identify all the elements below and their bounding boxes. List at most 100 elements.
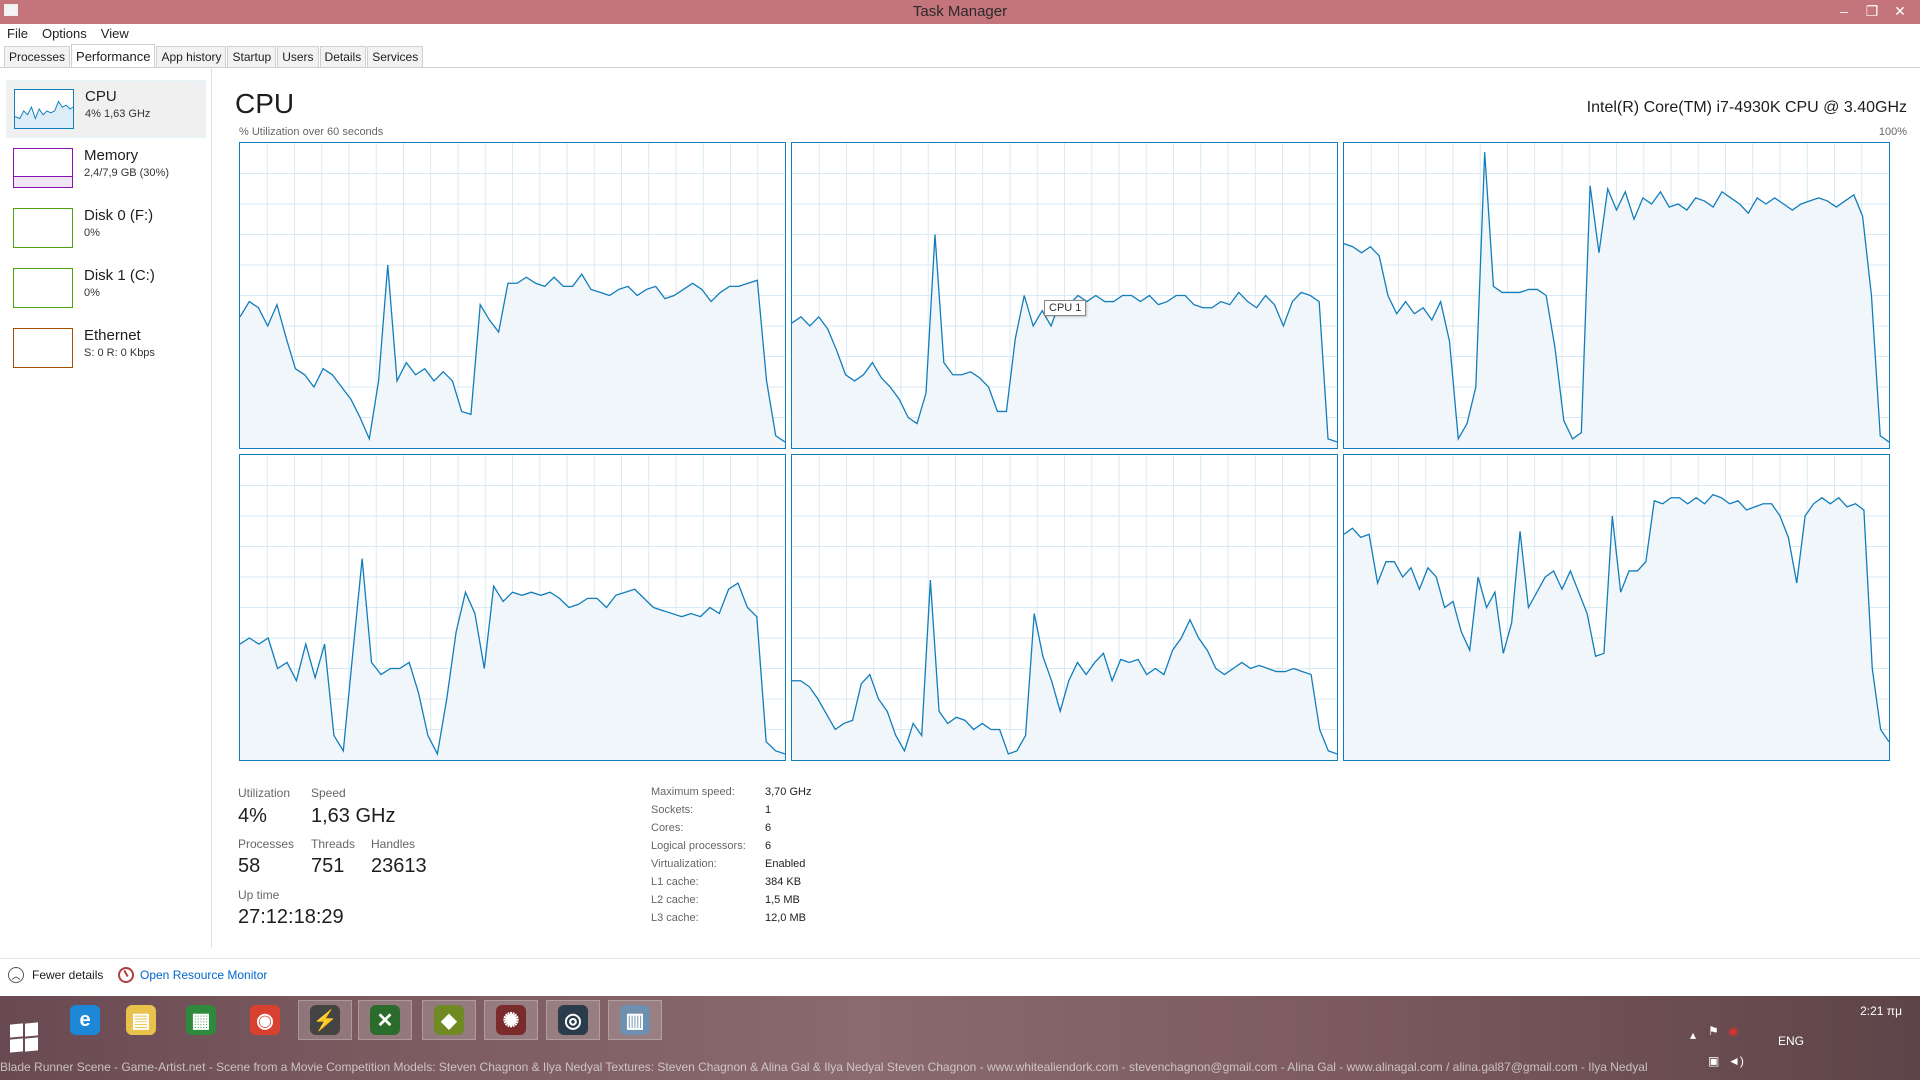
utilization-axis-label: % Utilization over 60 seconds: [239, 126, 384, 138]
system-tray: ▴ ⚑ ◉ ▣ ◄) ENG 2:21 πμ: [1682, 1004, 1902, 1074]
cpu-graph-0[interactable]: [239, 142, 786, 449]
file-explorer-icon-glyph: ▤: [126, 1005, 156, 1035]
sidebar-item-cpu[interactable]: CPU 4% 1,63 GHz: [6, 80, 206, 138]
fewer-details-button[interactable]: ︿ Fewer details: [8, 967, 103, 983]
cpu-graph-1[interactable]: [791, 142, 1338, 449]
cpu-graph-2[interactable]: [1343, 142, 1890, 449]
performance-sidebar: CPU 4% 1,63 GHz Memory 2,4/7,9 GB (30%) …: [0, 68, 212, 948]
app-x-icon[interactable]: ✕: [358, 1000, 412, 1040]
handles-label: Handles: [371, 837, 416, 851]
app-lightning-icon-glyph: ⚡: [310, 1005, 340, 1035]
start-button[interactable]: [10, 1022, 40, 1054]
tab-processes[interactable]: Processes: [4, 46, 71, 67]
input-language[interactable]: ENG: [1778, 1034, 1804, 1048]
sidebar-item-value: S: 0 R: 0 Kbps: [84, 347, 155, 359]
sidebar-item-label: Memory: [84, 147, 139, 164]
network-icon[interactable]: ▣: [1708, 1054, 1719, 1068]
menu-view[interactable]: View: [94, 24, 136, 44]
tab-users[interactable]: Users: [277, 46, 319, 67]
taskbar: e ▤ ▦ ◉ ⚡ ✕ ◆ ✺ ◎ ▥ Blade Runner Scene - Game-Art…: [0, 996, 1920, 1080]
window-title: Task Manager: [912, 3, 1008, 20]
spec-key: Sockets:: [651, 804, 694, 816]
cpu-graph-4[interactable]: [791, 454, 1338, 761]
max-percent-label: 100%: [1878, 126, 1907, 138]
menu-options[interactable]: Options: [35, 24, 94, 44]
tab-services[interactable]: Services: [367, 46, 424, 67]
spec-key: L2 cache:: [651, 894, 699, 906]
disk-0-thumbnail-graph: [13, 208, 73, 248]
sidebar-item-label: Disk 0 (F:): [84, 207, 154, 224]
threads-label: Threads: [311, 837, 356, 851]
cpu-graph-3[interactable]: [239, 454, 786, 761]
spec-key: Cores:: [651, 822, 684, 834]
spec-value: 6: [765, 840, 772, 852]
handles-value: 23613: [371, 855, 427, 877]
restore-icon[interactable]: ❐: [1858, 0, 1886, 22]
wallpaper-caption: Blade Runner Scene - Game-Artist.net - S…: [0, 1060, 1648, 1074]
sidebar-item-disk-0[interactable]: Disk 0 (F:) 0%: [6, 200, 206, 258]
tab-performance[interactable]: Performance: [71, 44, 156, 67]
volume-icon[interactable]: ◄): [1728, 1054, 1744, 1068]
steam-icon[interactable]: ◎: [546, 1000, 600, 1040]
sidebar-item-label: Disk 1 (C:): [84, 267, 155, 284]
spec-key: L1 cache:: [651, 876, 699, 888]
menu-bar: File Options View: [0, 24, 1920, 44]
spec-value: 3,70 GHz: [765, 786, 812, 798]
ethernet-thumbnail-graph: [13, 328, 73, 368]
sidebar-item-label: Ethernet: [84, 327, 141, 344]
fewer-details-label: Fewer details: [32, 968, 104, 982]
memory-thumbnail-graph: [13, 148, 73, 188]
spec-value: 6: [765, 822, 772, 834]
disk-1-thumbnail-graph: [13, 268, 73, 308]
utilization-label: Utilization: [238, 786, 291, 800]
cpu-model-name: Intel(R) Core(TM) i7-4930K CPU @ 3.40GHz: [1586, 99, 1907, 116]
tab-app-history[interactable]: App history: [156, 46, 227, 67]
title-bar[interactable]: Task Manager – ❐ ✕: [0, 0, 1920, 24]
tab-bar: Processes Performance App history Startu…: [4, 44, 424, 68]
file-explorer-icon[interactable]: ▤: [114, 1000, 168, 1040]
sidebar-item-memory[interactable]: Memory 2,4/7,9 GB (30%): [6, 140, 206, 198]
speed-value: 1,63 GHz: [311, 805, 396, 827]
uptime-value: 27:12:18:29: [238, 906, 344, 928]
cpu-graph-5[interactable]: [1343, 454, 1890, 761]
open-resource-monitor-link[interactable]: Open Resource Monitor: [118, 967, 267, 983]
sidebar-item-value: 0%: [84, 227, 100, 239]
app-bug-icon[interactable]: ✺: [484, 1000, 538, 1040]
tab-details[interactable]: Details: [319, 46, 367, 67]
internet-explorer-icon[interactable]: e: [58, 1000, 112, 1040]
app-green-icon[interactable]: ◆: [422, 1000, 476, 1040]
open-resource-monitor-label: Open Resource Monitor: [140, 968, 268, 982]
resource-monitor-icon: [118, 967, 134, 983]
sidebar-item-value: 0%: [84, 287, 100, 299]
minimize-icon[interactable]: –: [1830, 0, 1858, 22]
menu-file[interactable]: File: [0, 24, 35, 44]
chevron-up-icon: ︿: [8, 967, 24, 983]
sidebar-item-disk-1[interactable]: Disk 1 (C:) 0%: [6, 260, 206, 318]
sidebar-item-ethernet[interactable]: Ethernet S: 0 R: 0 Kbps: [6, 320, 206, 378]
app-lightning-icon[interactable]: ⚡: [298, 1000, 352, 1040]
clock[interactable]: 2:21 πμ: [1822, 1004, 1902, 1018]
spec-key: Logical processors:: [651, 840, 746, 852]
show-hidden-icons-icon[interactable]: ▴: [1690, 1028, 1696, 1042]
page-title: CPU: [235, 88, 295, 119]
antivirus-icon[interactable]: ◉: [1728, 1024, 1738, 1038]
action-center-flag-icon[interactable]: ⚑: [1708, 1024, 1719, 1038]
spec-key: L3 cache:: [651, 912, 699, 924]
spec-key: Maximum speed:: [651, 786, 735, 798]
speed-label: Speed: [311, 786, 346, 800]
sidebar-item-label: CPU: [85, 88, 117, 105]
store-icon[interactable]: ▦: [174, 1000, 228, 1040]
processes-value: 58: [238, 855, 261, 877]
logical-processor-graphs: [239, 142, 1896, 761]
spec-value: 1: [765, 804, 772, 816]
close-icon[interactable]: ✕: [1886, 0, 1914, 22]
spec-value: 12,0 MB: [765, 912, 806, 924]
spec-value: 1,5 MB: [765, 894, 800, 906]
footer-bar: ︿ Fewer details Open Resource Monitor: [0, 958, 1920, 988]
window-controls: – ❐ ✕: [1830, 0, 1914, 22]
utilization-value: 4%: [238, 805, 267, 827]
chrome-icon[interactable]: ◉: [238, 1000, 292, 1040]
sidebar-item-value: 4% 1,63 GHz: [85, 108, 151, 120]
tab-startup[interactable]: Startup: [227, 46, 277, 67]
task-manager-icon[interactable]: ▥: [608, 1000, 662, 1040]
